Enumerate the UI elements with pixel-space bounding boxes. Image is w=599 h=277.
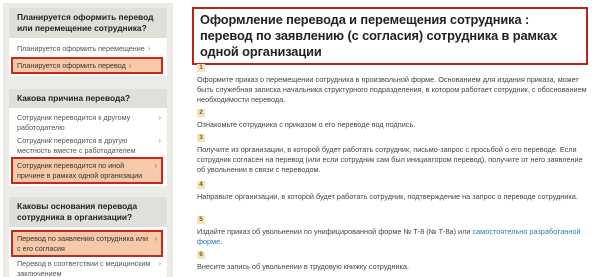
option-label: Перевод по заявлению сотрудника или с ег… [17,234,148,253]
chevron-right-icon: › [158,259,161,268]
sidebar-section-transfer-type: Планируется оформить перевод или перемещ… [9,8,167,76]
option-transfer[interactable]: Планируется оформить перевод › [11,56,163,74]
option-same-organization[interactable]: Сотрудник переводится по иной причине в … [11,157,163,184]
sidebar: Планируется оформить перевод или перемещ… [3,3,173,277]
option-other-location[interactable]: Сотрудник переводится в другую местность… [17,134,161,157]
step-1: 1 Оформите приказ о перемещении сотрудни… [197,56,589,105]
step-text: Внесите запись об увольнении в трудовую … [197,262,409,271]
step-number: 2 [197,109,205,117]
step-5: 5 Издайте приказ об увольнении по унифиц… [197,208,589,247]
option-other-employer[interactable]: Сотрудник переводится к другому работода… [17,111,161,134]
section-heading: Какова причина перевода? [9,89,167,108]
step-text: Получите из организации, в которой будет… [197,145,583,174]
option-by-employee-request[interactable]: Перевод по заявлению сотрудника или с ег… [11,230,163,257]
sidebar-section-transfer-reason: Какова причина перевода? Сотрудник перев… [9,89,167,186]
page-title: Оформление перевода и перемещения сотруд… [200,12,558,59]
chevron-right-icon: › [128,60,132,70]
option-label: Планируется оформить перевод [17,60,126,70]
step-text-part: Издайте приказ об увольнении по унифицир… [197,227,473,236]
option-label: Сотрудник переводится по иной причине в … [17,161,143,180]
step-number: 1 [197,64,205,72]
section-heading: Планируется оформить перевод или перемещ… [9,8,167,38]
option-label: Перевод в соответствии с медицинским зак… [17,259,151,277]
option-relocation[interactable]: Планируется оформить перемещение › [17,41,161,57]
step-3: 3 Получите из организации, в которой буд… [197,126,589,175]
step-4: 4 Направьте организации, в которой будет… [197,173,589,202]
option-medical-report[interactable]: Перевод в соответствии с медицинским зак… [17,257,161,277]
step-number: 4 [197,181,205,189]
chevron-right-icon: › [158,113,161,122]
main-content: Оформление перевода и перемещения сотруд… [184,0,594,277]
step-number: 3 [197,134,205,142]
chevron-right-icon: › [154,234,157,243]
chevron-right-icon: › [147,44,151,53]
chevron-right-icon: › [158,136,161,145]
step-number: 5 [197,216,205,224]
step-text: Направьте организации, в которой будет р… [197,192,578,201]
sidebar-section-transfer-grounds: Каковы основания перевода сотрудника в о… [9,197,167,277]
option-label: Сотрудник переводится к другому работода… [17,113,131,132]
section-heading: Каковы основания перевода сотрудника в о… [9,197,167,227]
chevron-right-icon: › [154,161,157,170]
step-6: 6 Внесите запись об увольнении в трудову… [197,243,589,272]
option-label: Планируется оформить перемещение [17,44,145,53]
option-label: Сотрудник переводится в другую местность… [17,136,136,155]
step-number: 6 [197,251,205,259]
